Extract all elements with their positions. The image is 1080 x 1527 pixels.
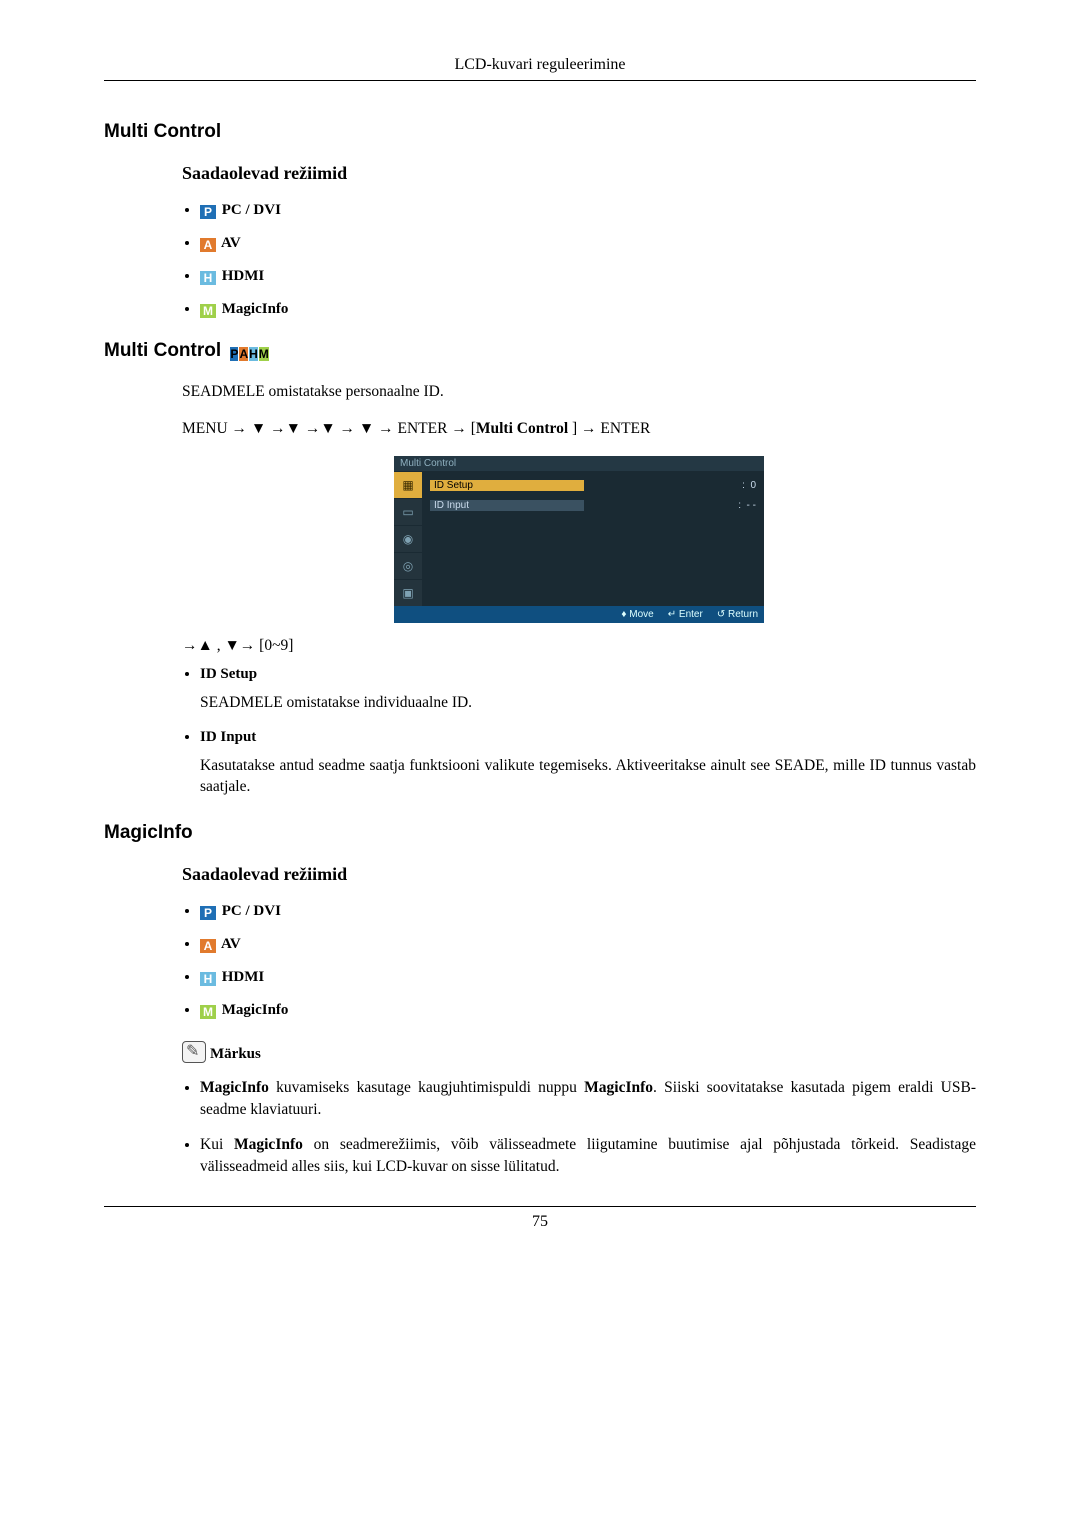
osd-side-icon: ◎ [394,552,422,579]
menu-path-part: ] → ENTER [568,420,650,437]
list-item: ID Setup SEADMELE omistatakse individuaa… [200,665,976,714]
m-icon: M [200,304,216,318]
osd-side-icon: ▣ [394,579,422,606]
subsection-available-modes-1: Saadaolevad režiimid [182,163,976,184]
desc-list: ID Setup SEADMELE omistatakse individuaa… [182,665,976,798]
item-body: SEADMELE omistatakse individuaalne ID. [200,693,976,714]
page-header: LCD-kuvari reguleerimine [104,56,976,74]
a-icon: A [200,238,216,252]
p-icon: P [230,347,238,361]
osd-screenshot: Multi Control ▦ ▭ ◉ ◎ ▣ ID Setup : 0 [394,456,764,623]
mode-label: PC / DVI [222,202,281,218]
mode-label: HDMI [222,268,265,284]
note-heading: Märkus [182,1041,976,1063]
header-rule [104,80,976,81]
note-text: kuvamiseks kasutage kaugjuhtimispuldi nu… [269,1079,584,1096]
osd-footer: ♦ Move ↵ Enter ↺ Return [394,606,764,623]
section-title-multi-control-1: Multi Control [104,121,976,143]
note-text: on seadmerežiimis, võib välisseadmete li… [200,1136,976,1175]
mode-label: MagicInfo [222,301,289,317]
item-title-id-setup: ID Setup [200,666,257,682]
mode-pc: P PC / DVI [200,903,976,920]
note-text: Kui [200,1136,234,1153]
item-body: Kasutatakse antud seadme saatja funktsio… [200,756,976,798]
note-bold: MagicInfo [584,1079,653,1096]
mode-hdmi: H HDMI [200,969,976,986]
osd-side-icon: ▭ [394,498,422,525]
osd-side-icon: ◉ [394,525,422,552]
a-icon: A [200,939,216,953]
mode-hdmi: H HDMI [200,268,976,285]
m-icon: M [259,347,269,361]
note-list: MagicInfo kuvamiseks kasutage kaugjuhtim… [182,1077,976,1179]
mode-list-1: P PC / DVI A AV H HDMI M MagicInfo [182,202,976,318]
menu-path-part: MENU → ▼ →▼ →▼ → ▼ → ENTER → [ [182,420,476,437]
mode-list-2: P PC / DVI A AV H HDMI M MagicInfo [182,903,976,1019]
list-item: MagicInfo kuvamiseks kasutage kaugjuhtim… [200,1077,976,1122]
osd-row-label: ID Input [430,500,584,511]
section-title-multi-control-2: Multi Control PAHM [104,340,976,362]
osd-main: ID Setup : 0 ID Input : - - [422,471,764,606]
menu-path-bold: Multi Control [476,420,568,437]
note-bold: MagicInfo [200,1079,269,1096]
mode-pc: P PC / DVI [200,202,976,219]
mode-label: HDMI [222,969,265,985]
osd-side-icon: ▦ [394,471,422,498]
arrow-range-line: →▲ , ▼→ [0~9] [182,637,976,655]
h-icon: H [200,271,216,285]
osd-sidebar: ▦ ▭ ◉ ◎ ▣ [394,471,422,606]
intro-text: SEADMELE omistatakse personaalne ID. [182,382,976,403]
mode-label: AV [221,235,241,251]
subsection-available-modes-2: Saadaolevad režiimid [182,864,976,885]
note-bold: MagicInfo [234,1136,303,1153]
osd-title: Multi Control [394,456,764,471]
list-item: ID Input Kasutatakse antud seadme saatja… [200,728,976,798]
section-title-text: Multi Control [104,340,221,361]
osd-footer-return: ↺ Return [717,609,758,620]
section-title-magicinfo: MagicInfo [104,822,976,844]
p-icon: P [200,205,216,219]
m-icon: M [200,1005,216,1019]
menu-path: MENU → ▼ →▼ →▼ → ▼ → ENTER → [Multi Cont… [182,419,976,440]
mode-av: A AV [200,235,976,252]
note-icon [182,1041,206,1063]
mode-label: MagicInfo [222,1002,289,1018]
osd-footer-enter: ↵ Enter [668,609,703,620]
osd-row-label: ID Setup [430,480,584,491]
list-item: Kui MagicInfo on seadmerežiimis, võib vä… [200,1134,976,1179]
item-title-id-input: ID Input [200,729,256,745]
footer-rule [104,1206,976,1207]
mode-label: PC / DVI [222,903,281,919]
mode-label: AV [221,936,241,952]
mode-magicinfo: M MagicInfo [200,1002,976,1019]
osd-row-value: : - - [738,500,756,511]
note-label: Märkus [210,1046,261,1062]
h-icon: H [200,972,216,986]
mode-magicinfo: M MagicInfo [200,301,976,318]
a-icon: A [239,347,248,361]
h-icon: H [249,347,258,361]
osd-row-value: : 0 [742,480,756,491]
p-icon: P [200,906,216,920]
mode-av: A AV [200,936,976,953]
page-number: 75 [104,1213,976,1231]
mode-icons-inline: PAHM [230,347,269,361]
osd-footer-move: ♦ Move [621,609,653,620]
